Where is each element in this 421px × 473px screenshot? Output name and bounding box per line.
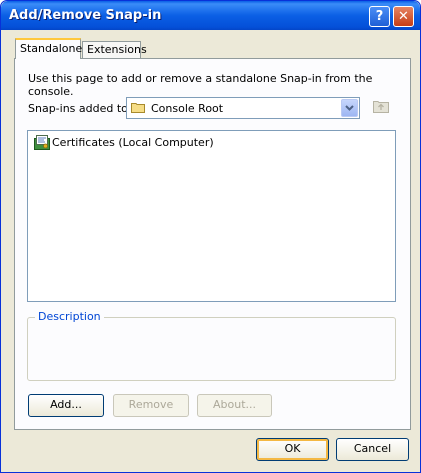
description-group: [27, 317, 396, 381]
add-button[interactable]: Add...: [28, 394, 104, 417]
tab-extensions[interactable]: Extensions: [82, 41, 147, 58]
certificate-snapin-icon: [34, 135, 50, 150]
snapin-list[interactable]: Certificates (Local Computer): [27, 130, 396, 302]
ok-button[interactable]: OK: [256, 438, 329, 461]
chevron-down-icon: [345, 105, 354, 111]
close-button[interactable]: ✕: [393, 6, 414, 27]
folder-icon: [131, 103, 145, 113]
up-one-level-icon[interactable]: [372, 98, 390, 115]
add-remove-snapin-dialog: Add/Remove Snap-in ? ✕ Standalone Extens…: [0, 0, 421, 473]
description-legend: Description: [35, 310, 104, 323]
tab-standalone[interactable]: Standalone: [15, 38, 82, 59]
list-item-label: Certificates (Local Computer): [52, 136, 214, 149]
remove-button[interactable]: Remove: [113, 394, 189, 417]
intro-text: Use this page to add or remove a standal…: [28, 72, 373, 98]
window-title: Add/Remove Snap-in: [9, 8, 162, 23]
title-bar[interactable]: Add/Remove Snap-in ? ✕: [1, 1, 420, 30]
dropdown-arrow-button[interactable]: [341, 99, 358, 117]
cancel-button[interactable]: Cancel: [336, 438, 409, 461]
snapins-added-to-dropdown[interactable]: Console Root: [126, 97, 360, 119]
help-button[interactable]: ?: [369, 6, 390, 27]
snapins-added-to-value: Console Root: [151, 102, 224, 115]
about-button[interactable]: About...: [197, 394, 272, 417]
snapins-added-to-label: Snap-ins added to:: [28, 102, 132, 115]
